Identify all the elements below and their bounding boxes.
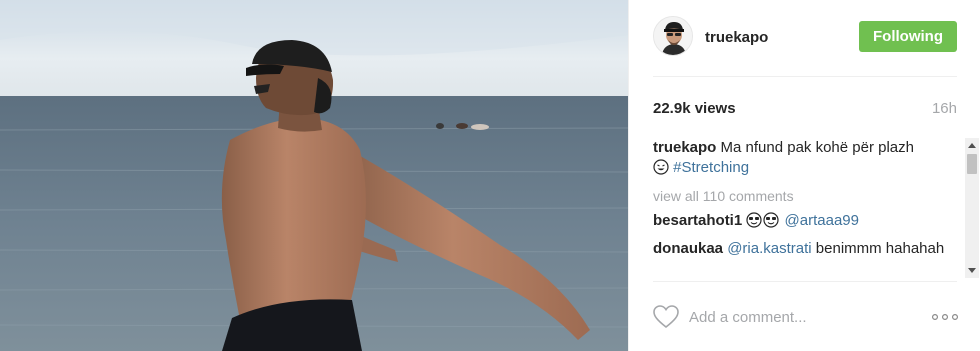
comment-author[interactable]: besartahoti1 [653,212,742,229]
scroll-down-arrow-icon[interactable] [965,264,979,278]
post-photo[interactable] [0,0,628,351]
comment-text: benimmm hahahah [815,240,945,257]
scrollbar-thumb[interactable] [967,154,977,174]
comment-item: besartahoti1 @artaaa99 [653,211,953,234]
comment-mention[interactable]: @ria.kastrati [727,240,811,257]
more-options-icon[interactable] [931,310,959,324]
views-count: 22.9k views [653,100,736,117]
add-comment-input[interactable] [689,306,909,328]
grinning-face-emoji-icon [653,159,669,181]
post-header: truekapo Following [629,0,980,76]
smiling-face-sunglasses-emoji-icon [746,212,780,234]
avatar[interactable] [653,16,693,56]
comment-item: donaukaa @ria.kastrati benimmm hahahah [653,239,953,259]
caption-text: Ma nfund pak kohë për plazh [720,139,914,156]
view-all-comments-link[interactable]: view all 110 comments [653,186,953,206]
comments-scrollbar[interactable] [965,138,979,278]
following-button[interactable]: Following [859,21,957,52]
comment-mention[interactable]: @artaaa99 [785,212,859,229]
caption-author[interactable]: truekapo [653,139,716,156]
post-footer [629,282,980,351]
caption-hashtag[interactable]: #Stretching [673,159,749,176]
author-username[interactable]: truekapo [705,29,768,46]
header-divider [653,76,957,77]
caption: truekapo Ma nfund pak kohë për plazh #St… [653,138,953,181]
comment-author[interactable]: donaukaa [653,240,723,257]
comments-list: truekapo Ma nfund pak kohë për plazh #St… [653,138,953,276]
post-time[interactable]: 16h [932,100,957,117]
post-stats: 22.9k views 16h [653,100,957,118]
post-details-panel: truekapo Following 22.9k views 16h truek… [628,0,980,351]
scroll-up-arrow-icon[interactable] [965,138,979,152]
heart-icon[interactable] [653,305,679,329]
